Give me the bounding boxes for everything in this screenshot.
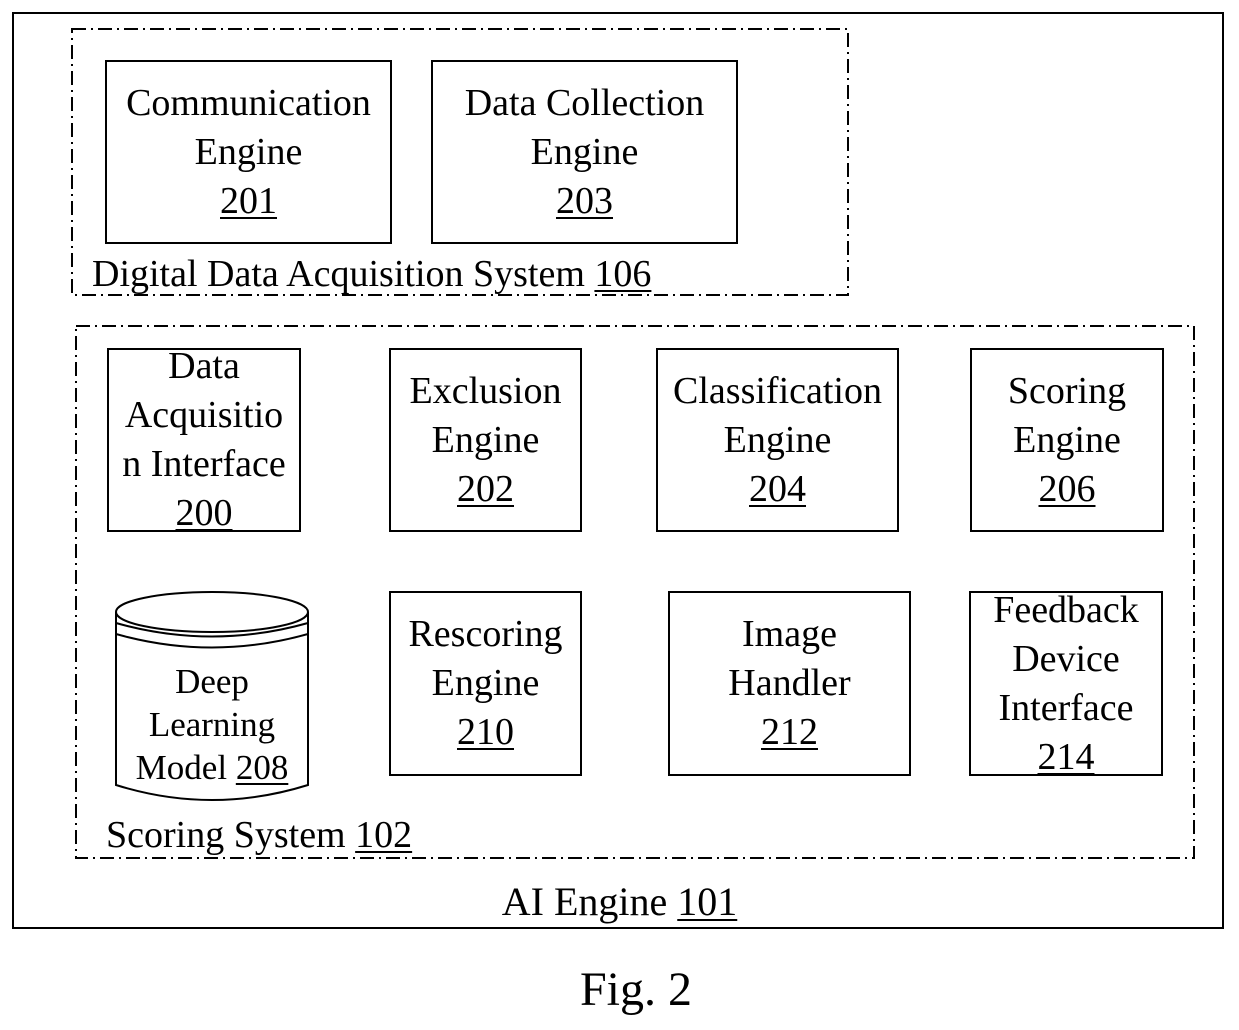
component-line: Engine [431,418,540,461]
image-handler-box: Image Handler 212 [668,591,911,776]
deep-learning-model-label: Deep Learning Model 208 [116,660,308,789]
classification-engine-box: Classification Engine 204 [656,348,899,532]
data-collection-engine-box: Data Collection Engine 203 [431,60,738,244]
component-line: Acquisitio [124,394,284,436]
group-label-text: Scoring System [106,814,346,856]
component-line: Communication [126,81,371,124]
group-ref: 106 [594,253,652,295]
component-line: Data [168,345,240,387]
component-line: Rescoring [408,613,563,655]
component-ref: 210 [457,711,514,753]
component-line: Engine [431,662,540,704]
figure-label: Fig. 2 [579,963,693,1016]
feedback-device-interface-box: Feedback Device Interface 214 [969,589,1163,778]
component-line: n Interface [122,443,286,485]
exclusion-engine-box: Exclusion Engine 202 [389,348,582,532]
group-ref: 102 [355,814,413,856]
component-ref: 202 [457,467,514,510]
component-ref: 212 [761,711,818,753]
component-line: Deep [175,662,249,701]
component-line: Exclusion [409,369,562,412]
component-line: Classification [673,369,882,412]
component-line: Learning [148,705,276,744]
scoring-system-label: Scoring System 102 [106,813,412,857]
communication-engine-box: Communication Engine 201 [105,60,392,244]
scoring-engine-box: Scoring Engine 206 [970,348,1164,532]
component-line: Feedback [993,588,1139,631]
data-acquisition-interface-box: Data Acquisitio n Interface 200 [107,345,301,534]
component-ref: 200 [175,492,233,534]
ai-engine-label-text: AI Engine [501,879,668,924]
component-line: Scoring [1007,369,1127,412]
component-ref: 204 [749,467,806,510]
component-line: Model [135,748,228,787]
component-ref: 208 [235,748,289,787]
component-line: Handler [728,662,851,704]
component-ref: 201 [220,179,277,222]
component-line: Engine [1013,418,1121,461]
digital-data-acquisition-system-label: Digital Data Acquisition System 106 [92,252,651,296]
component-line: Device [1012,637,1120,680]
ai-engine-ref: 101 [677,879,738,924]
component-line: Engine [194,130,303,173]
group-label-text: Digital Data Acquisition System [92,253,585,295]
rescoring-engine-box: Rescoring Engine 210 [389,591,582,776]
component-line: Image [742,613,837,655]
component-ref: 206 [1038,467,1096,510]
component-line: Engine [723,418,832,461]
component-ref: 214 [1037,735,1095,778]
component-ref: 203 [556,179,613,222]
component-line: Engine [530,130,639,173]
ai-engine-label: AI Engine 101 [0,878,1239,925]
component-line: Interface [998,686,1134,729]
component-line: Data Collection [464,81,705,124]
